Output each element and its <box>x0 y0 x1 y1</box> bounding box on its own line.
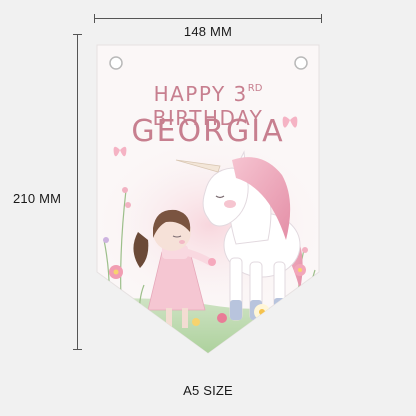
pennant-banner <box>96 44 320 354</box>
grass <box>97 298 319 353</box>
name-heading: GEORGIA <box>131 114 285 149</box>
heading-prefix: HAPPY 3 <box>153 82 248 106</box>
pink-glow <box>97 135 319 315</box>
size-label: A5 SIZE <box>183 383 233 398</box>
eyelet-hole-right <box>294 56 308 70</box>
eyelet-hole-left <box>109 56 123 70</box>
ordinal-suffix: RD <box>247 83 263 94</box>
